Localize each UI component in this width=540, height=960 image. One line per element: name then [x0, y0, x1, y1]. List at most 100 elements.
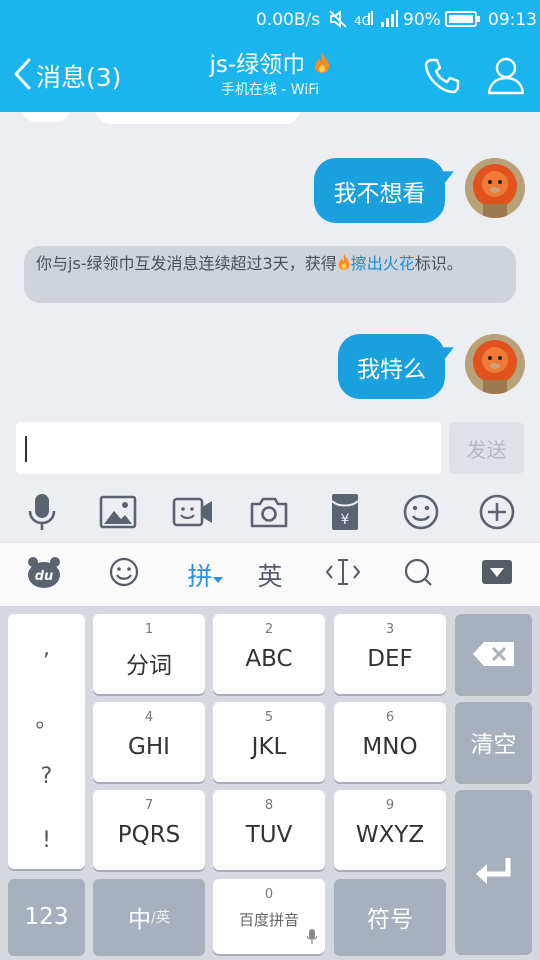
svg-text:¥: ¥	[341, 512, 350, 528]
key-4[interactable]: 4 GHI	[93, 702, 205, 782]
battery-icon	[445, 11, 481, 32]
notice-suffix: 标识。	[414, 254, 463, 273]
chat-toolbar: ¥	[0, 482, 540, 542]
more-button[interactable]	[475, 490, 519, 534]
hide-keyboard-button[interactable]	[479, 555, 515, 595]
key-1[interactable]: 1 分词	[93, 614, 205, 694]
clear-label: 清空	[470, 732, 517, 758]
key-label: TUV	[245, 822, 293, 848]
message-text: 我不想看	[333, 180, 426, 207]
ime-emoji-button[interactable]	[102, 555, 146, 595]
photo-button[interactable]	[96, 490, 140, 534]
key-3[interactable]: 3 DEF	[334, 614, 446, 694]
english-mode-button[interactable]: 英	[252, 555, 288, 595]
symbol-label: 符号	[367, 906, 413, 933]
image-icon	[96, 495, 140, 538]
microphone-icon	[306, 929, 318, 949]
back-label: 消息(3)	[36, 63, 122, 92]
enter-icon	[455, 790, 532, 953]
red-packet-button[interactable]: ¥	[323, 490, 367, 534]
numeric-label: 123	[24, 903, 69, 930]
collapse-icon	[481, 559, 513, 591]
cursor-icon	[325, 557, 361, 593]
spark-link[interactable]: 擦出火花	[351, 254, 415, 273]
key-label: GHI	[128, 734, 170, 760]
key-9[interactable]: 9 WXYZ	[334, 790, 446, 870]
ime-search-button[interactable]	[400, 555, 436, 595]
punctuation-column[interactable]: , 。 ? !	[8, 614, 85, 869]
cursor-move-button[interactable]	[325, 555, 361, 595]
emoji-button[interactable]	[399, 490, 443, 534]
battery-percent: 90%	[403, 10, 441, 30]
key-number: 9	[385, 798, 395, 813]
punct-comma[interactable]: ,	[8, 636, 85, 661]
camera-button[interactable]	[247, 490, 291, 534]
send-button[interactable]: 发送	[449, 422, 524, 474]
camera-icon	[247, 497, 291, 538]
key-8[interactable]: 8 TUV	[213, 790, 325, 870]
avatar[interactable]	[465, 334, 525, 394]
punct-question[interactable]: ?	[8, 764, 85, 789]
phone-icon	[420, 58, 464, 102]
message-bubble-sent[interactable]: 我特么	[338, 334, 445, 399]
system-notice: 你与js-绿领巾互发消息连续超过3天，获得 擦出火花标识。	[24, 246, 516, 303]
key-6[interactable]: 6 MNO	[334, 702, 446, 782]
chat-header: 消息(3) js-绿领巾 手机在线 - WiFi	[0, 38, 540, 112]
fire-icon	[313, 52, 331, 78]
baidu-paw-icon: du	[25, 555, 63, 595]
en-label: /英	[151, 909, 170, 926]
key-number: 7	[144, 798, 154, 813]
numeric-key[interactable]: 123	[8, 879, 85, 954]
video-call-button[interactable]	[171, 490, 215, 534]
contact-name: js-绿领巾	[209, 52, 306, 78]
key-2[interactable]: 2 ABC	[213, 614, 325, 694]
voice-button[interactable]	[20, 490, 64, 534]
key-number: 2	[264, 622, 274, 637]
ime-toolbar: du 拼 英	[0, 542, 540, 606]
contact-title: js-绿领巾	[160, 50, 380, 80]
data-signal-icon: 4G	[354, 9, 374, 34]
back-button[interactable]: 消息(3)	[12, 56, 121, 96]
punct-exclaim[interactable]: !	[8, 828, 85, 853]
send-label: 发送	[466, 437, 507, 462]
symbol-key[interactable]: 符号	[334, 879, 446, 954]
call-button[interactable]	[420, 54, 464, 98]
backspace-key[interactable]	[455, 614, 532, 694]
message-bubble-sent[interactable]: 我不想看	[314, 158, 445, 223]
clear-key[interactable]: 清空	[455, 702, 532, 782]
space-key[interactable]: 0 百度拼音	[213, 879, 325, 954]
network-speed: 0.00B/s	[256, 10, 321, 30]
ime-menu-button[interactable]: du	[22, 555, 66, 595]
key-number: 4	[144, 710, 154, 725]
status-bar: 0.00B/s 4G 90% 09:13	[0, 0, 540, 38]
chevron-left-icon	[12, 57, 32, 95]
avatar[interactable]	[465, 158, 525, 218]
key-label: DEF	[367, 646, 413, 672]
smiley-icon	[108, 556, 140, 594]
enter-key[interactable]	[455, 790, 532, 953]
chat-area[interactable]: 我不想看 你与js-绿领巾互发消息连续超过3天，获得 擦出火花标识。 我特么	[0, 112, 540, 414]
key-label: MNO	[362, 734, 418, 760]
mute-icon	[328, 9, 348, 34]
keyboard: , 。 ? ! 1 分词 2 ABC 3 DEF 4 GHI 5 JKL 6 M…	[0, 606, 540, 960]
punct-period[interactable]: 。	[8, 702, 85, 734]
fire-icon	[337, 254, 351, 273]
red-packet-icon: ¥	[323, 494, 367, 538]
message-input[interactable]	[16, 422, 441, 474]
key-label: PQRS	[117, 822, 181, 848]
text-caret	[25, 436, 27, 462]
clock: 09:13	[488, 10, 537, 30]
key-number: 3	[385, 622, 395, 637]
pinyin-label: 拼	[187, 562, 213, 591]
message-bubble-partial	[96, 112, 300, 124]
contact-info[interactable]: js-绿领巾 手机在线 - WiFi	[160, 50, 380, 100]
key-number: 1	[144, 622, 154, 637]
zh-en-toggle-key[interactable]: 中/英	[93, 879, 205, 954]
key-5[interactable]: 5 JKL	[213, 702, 325, 782]
key-7[interactable]: 7 PQRS	[93, 790, 205, 870]
key-label: 分词	[126, 653, 172, 679]
profile-button[interactable]	[484, 54, 528, 98]
pinyin-mode-button[interactable]: 拼	[180, 555, 230, 595]
key-number: 6	[385, 710, 395, 725]
input-row: 发送	[0, 414, 540, 482]
